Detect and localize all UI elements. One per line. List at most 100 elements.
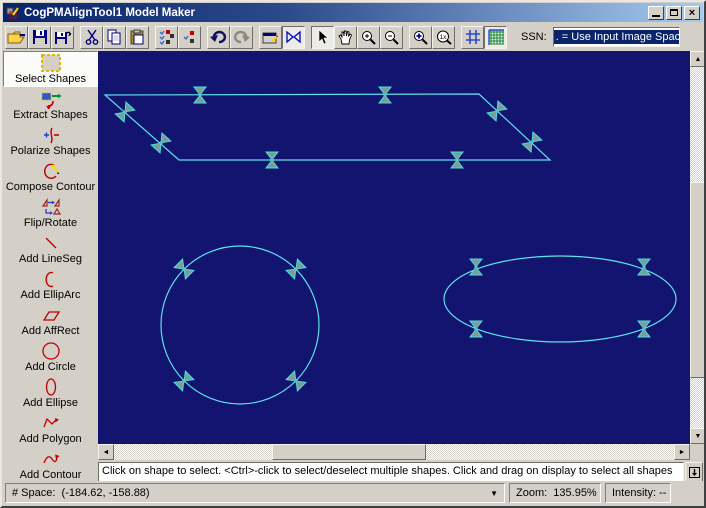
shape-handle[interactable] (173, 370, 195, 392)
show-handles-button[interactable] (282, 25, 305, 49)
add-contour-icon (40, 449, 62, 469)
application-window: CogPMAlignTool1 Model Maker × 1x SSN: . … (0, 0, 706, 508)
undo-button[interactable] (207, 25, 230, 49)
horizontal-scroll-thumb[interactable] (272, 444, 426, 460)
shape-handle[interactable] (173, 258, 195, 280)
toolbar: 1x SSN: . = Use Input Image Space (3, 23, 703, 51)
copy-button[interactable] (103, 25, 126, 49)
sidebar-item-label: Add Contour (19, 469, 82, 481)
grid-dense-button[interactable] (484, 25, 507, 49)
redo-button[interactable] (230, 25, 253, 49)
sidebar-item-flip-rotate[interactable]: Flip/Rotate (3, 195, 98, 231)
grid-button[interactable] (461, 25, 484, 49)
sidebar-item-label: Extract Shapes (13, 109, 88, 121)
polarize-shapes-icon (40, 125, 62, 145)
boxed-down-arrow-icon (688, 467, 700, 478)
grid-dense-icon (487, 29, 504, 45)
bowtie-icon (286, 30, 301, 44)
shape-handle[interactable] (285, 370, 307, 392)
close-icon: × (688, 6, 696, 19)
zoom-in-icon (362, 30, 376, 45)
sidebar-item-add-circle[interactable]: Add Circle (3, 339, 98, 375)
minimize-button[interactable] (648, 5, 664, 20)
scroll-up-button[interactable]: ▲ (690, 51, 704, 67)
pointer-tool-button[interactable] (311, 25, 334, 49)
sidebar-item-label: Select Shapes (15, 73, 86, 85)
sidebar-item-extract-shapes[interactable]: Extract Shapes (3, 87, 98, 123)
save-as-button[interactable] (51, 25, 74, 49)
zoom-1x-button[interactable]: 1x (432, 25, 455, 49)
horizontal-scrollbar[interactable]: ◄ ► (98, 444, 690, 460)
window-title: CogPMAlignTool1 Model Maker (24, 6, 196, 19)
save-button[interactable] (28, 25, 51, 49)
sidebar-item-add-ellipse[interactable]: Add Ellipse (3, 375, 98, 411)
shape-handle[interactable] (468, 320, 484, 338)
title-bar[interactable]: CogPMAlignTool1 Model Maker × (3, 3, 703, 22)
shape-ellipse[interactable] (443, 255, 677, 343)
close-button[interactable]: × (684, 5, 700, 20)
expand-messages-button[interactable] (685, 462, 703, 483)
zoom-status: Zoom: 135.95% (509, 483, 601, 503)
sidebar-item-label: Add Polygon (19, 433, 82, 445)
sidebar-item-add-affrect[interactable]: Add AffRect (3, 303, 98, 339)
intensity-value: Intensity: -- (612, 487, 667, 499)
sidebar-item-compose-contour[interactable]: Compose Contour (3, 159, 98, 195)
copy-icon (107, 29, 121, 45)
vertical-scroll-thumb[interactable] (690, 182, 704, 378)
ssn-selected-value: . = Use Input Image Space (553, 30, 679, 44)
zoom-out-button[interactable] (380, 25, 403, 49)
maximize-button[interactable] (666, 5, 682, 20)
add-affrect-icon (40, 305, 62, 325)
canvas-svg[interactable] (98, 51, 690, 444)
hint-message: Click on shape to select. <Ctrl>-click t… (98, 462, 684, 483)
sidebar-item-add-lineseg[interactable]: Add LineSeg (3, 231, 98, 267)
ssn-combobox[interactable]: . = Use Input Image Space (552, 27, 680, 47)
app-icon (6, 6, 19, 18)
zoom-value: Zoom: 135.95% (516, 487, 597, 499)
undo-icon (210, 30, 227, 44)
scroll-right-button[interactable]: ► (674, 444, 690, 460)
paste-clipboard-icon (130, 29, 144, 45)
properties-button[interactable] (259, 25, 282, 49)
zoom-in-button[interactable] (357, 25, 380, 49)
hand-icon (338, 30, 353, 45)
deselect-shapes-button[interactable] (178, 25, 201, 49)
sidebar-item-add-contour[interactable]: Add Contour (3, 447, 98, 483)
sidebar-item-label: Polarize Shapes (10, 145, 91, 157)
sidebar: Select Shapes Extract Shapes Polarize Sh… (3, 51, 98, 483)
select-all-shapes-button[interactable] (155, 25, 178, 49)
shape-handle[interactable] (285, 258, 307, 280)
flip-rotate-icon (40, 197, 62, 217)
sidebar-item-label: Add Ellipse (22, 397, 79, 409)
open-button[interactable] (5, 25, 28, 49)
cut-button[interactable] (80, 25, 103, 49)
message-bar: Click on shape to select. <Ctrl>-click t… (98, 462, 703, 483)
sidebar-item-select-shapes[interactable]: Select Shapes (3, 51, 98, 87)
vertical-scrollbar[interactable]: ▲ ▼ (690, 51, 704, 444)
pan-tool-button[interactable] (334, 25, 357, 49)
zoom-out-icon (385, 30, 399, 45)
shape-polygon[interactable] (103, 93, 552, 161)
scroll-left-button[interactable]: ◄ (98, 444, 114, 460)
shape-display-canvas[interactable] (98, 51, 690, 444)
scroll-down-button[interactable]: ▼ (690, 428, 704, 444)
shape-handle[interactable] (377, 86, 393, 104)
zoom-fit-button[interactable] (409, 25, 432, 49)
zoom-fit-icon (414, 30, 428, 45)
sidebar-item-label: Flip/Rotate (23, 217, 78, 229)
add-elliparc-icon (40, 269, 62, 289)
shape-handle[interactable] (468, 258, 484, 276)
sidebar-item-add-polygon[interactable]: Add Polygon (3, 411, 98, 447)
sidebar-item-polarize-shapes[interactable]: Polarize Shapes (3, 123, 98, 159)
shape-handle[interactable] (636, 258, 652, 276)
extract-shapes-icon (40, 89, 62, 109)
shape-handle[interactable] (636, 320, 652, 338)
save-floppy-icon (32, 30, 47, 44)
intensity-status: Intensity: -- (605, 483, 671, 503)
pointer-arrow-icon (318, 29, 329, 44)
space-selector[interactable]: # Space: (-184.62, -158.88) ▼ (5, 483, 505, 503)
sidebar-item-add-elliparc[interactable]: Add EllipArc (3, 267, 98, 303)
compose-contour-icon (40, 161, 62, 181)
open-folder-icon (7, 31, 25, 44)
paste-button[interactable] (126, 25, 149, 49)
